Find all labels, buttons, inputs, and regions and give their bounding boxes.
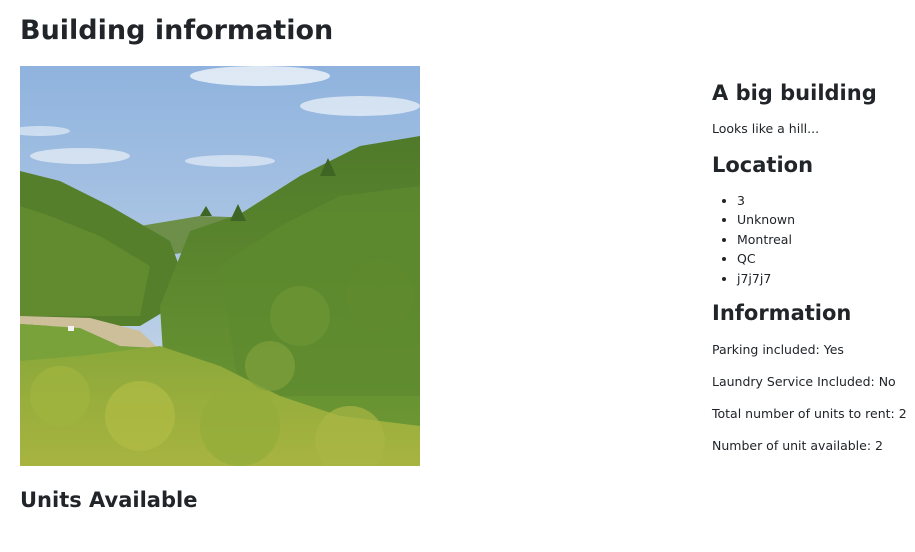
units-available-heading: Units Available [20, 488, 198, 512]
building-photo [20, 66, 420, 466]
parking-info: Parking included: Yes [712, 342, 844, 357]
location-heading: Location [712, 153, 814, 177]
location-list: 3 Unknown Montreal QC j7j7j7 [712, 191, 795, 288]
location-item-postal-code: j7j7j7 [737, 269, 795, 288]
location-item-street-number: 3 [737, 191, 795, 210]
location-item-province: QC [737, 249, 795, 268]
total-units-info: Total number of units to rent: 2 [712, 406, 907, 421]
location-item-street: Unknown [737, 210, 795, 229]
information-heading: Information [712, 301, 852, 325]
available-units-info: Number of unit available: 2 [712, 438, 883, 453]
page-title: Building information [20, 15, 334, 46]
location-item-city: Montreal [737, 230, 795, 249]
building-name: A big building [712, 81, 877, 105]
laundry-info: Laundry Service Included: No [712, 374, 896, 389]
building-description: Looks like a hill... [712, 121, 820, 136]
